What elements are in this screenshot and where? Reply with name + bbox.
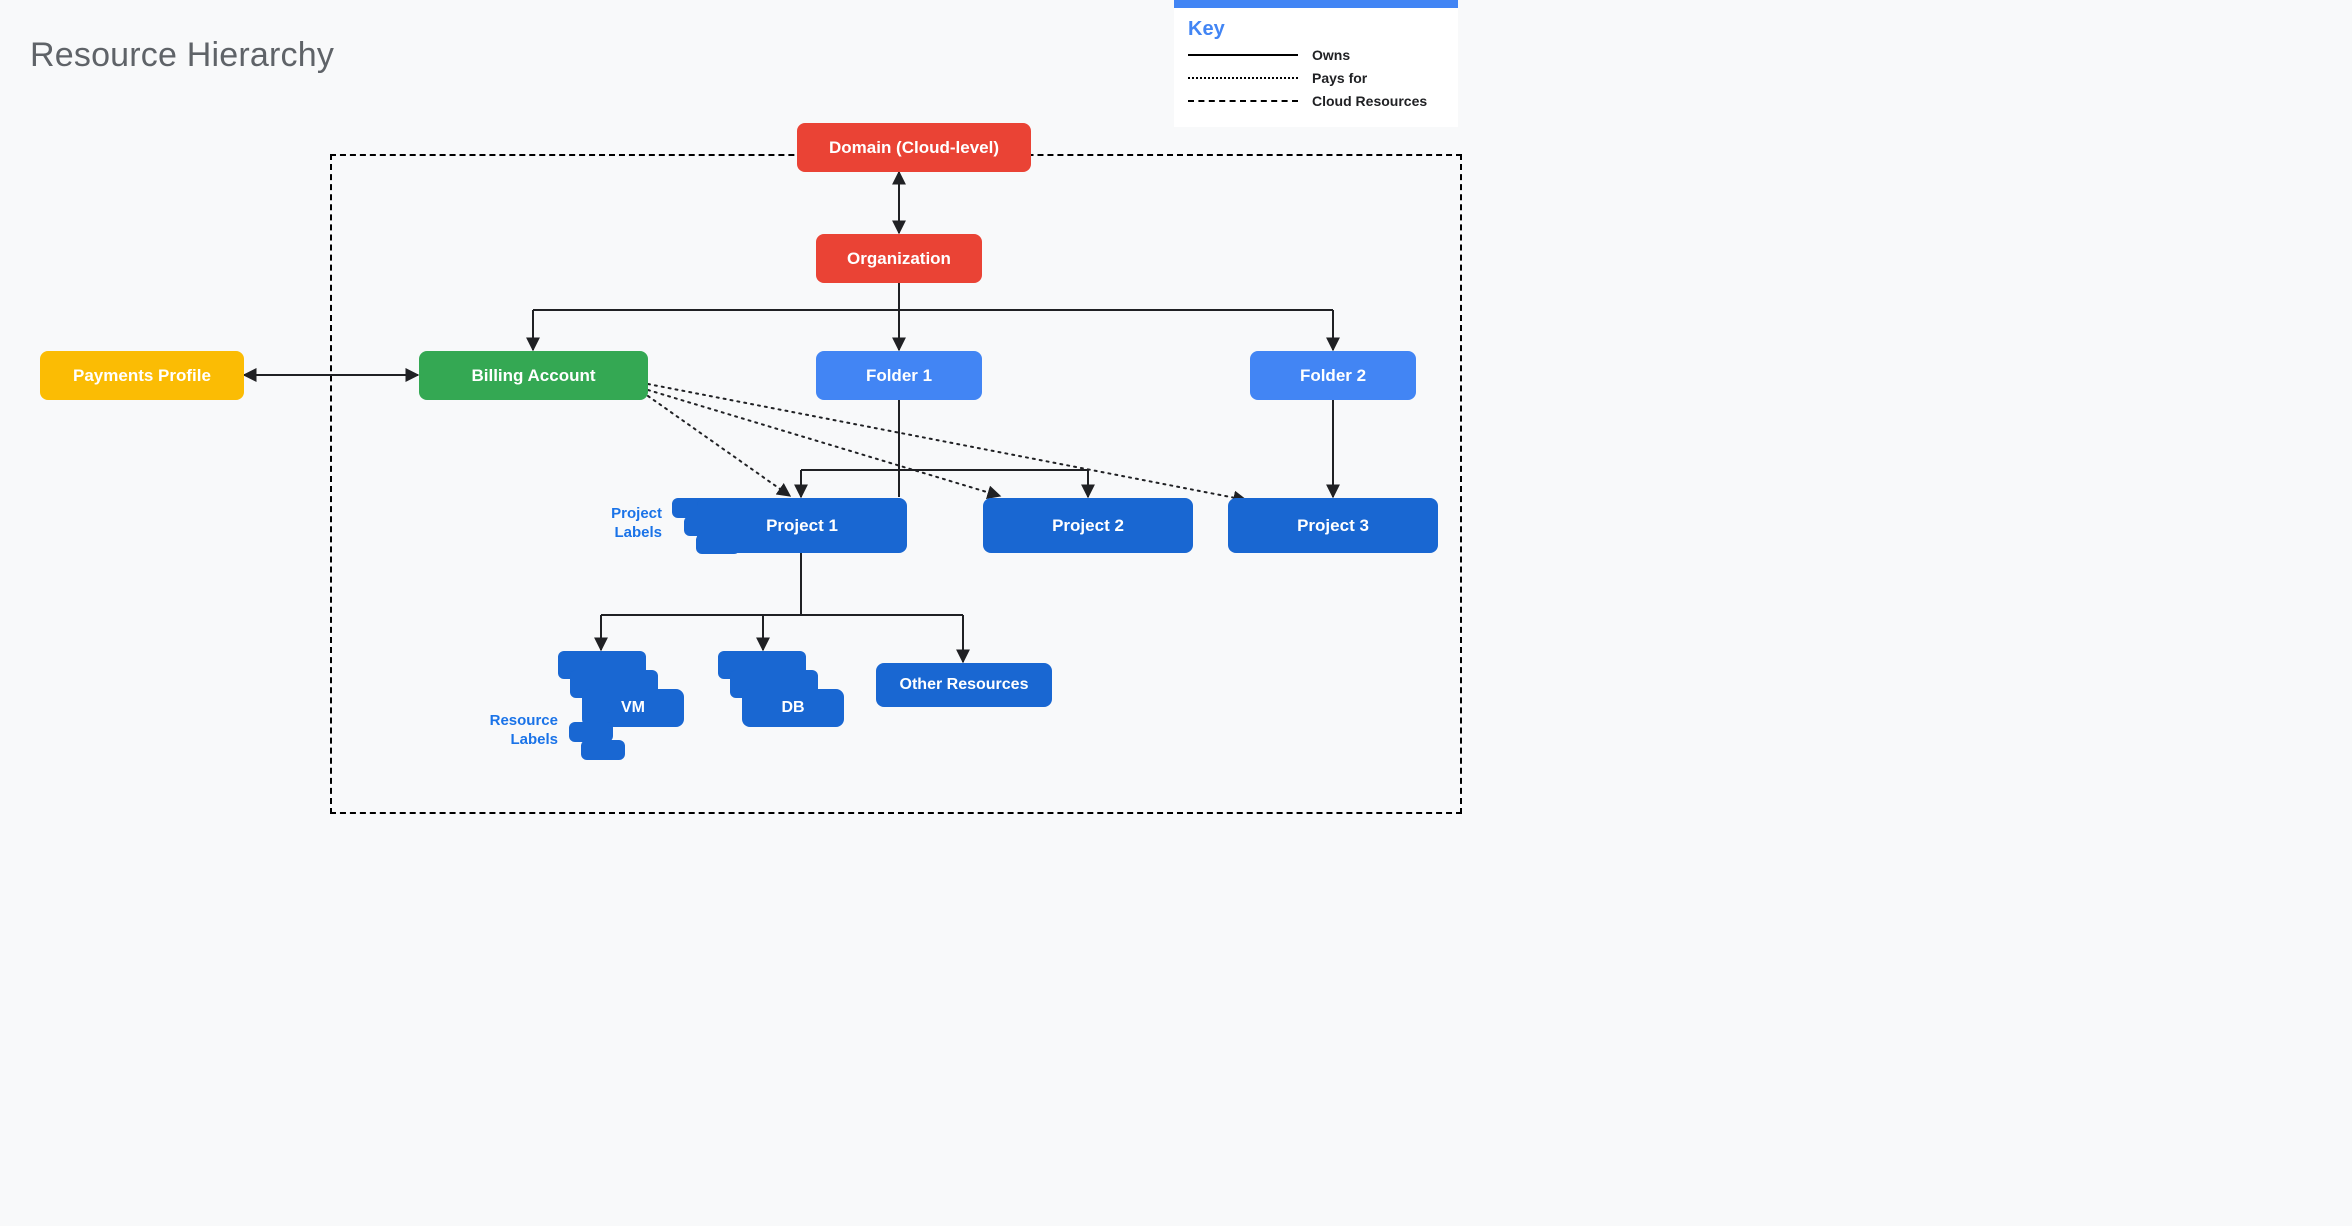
legend: Key Owns Pays for Cloud Resources	[1174, 0, 1458, 127]
node-billing: Billing Account	[419, 351, 648, 400]
node-project3: Project 3	[1228, 498, 1438, 553]
page-title: Resource Hierarchy	[30, 36, 334, 75]
chip-resource-label	[581, 740, 625, 760]
legend-row-paysfor: Pays for	[1188, 70, 1444, 87]
node-folder2: Folder 2	[1250, 351, 1416, 400]
legend-line-dotted	[1188, 77, 1298, 79]
label-project-labels: ProjectLabels	[582, 505, 662, 543]
legend-line-solid	[1188, 54, 1298, 56]
node-other-resources: Other Resources	[876, 663, 1052, 707]
diagram-canvas: Resource Hierarchy Key Owns Pays for Clo…	[0, 0, 1470, 810]
chip-resource-label	[569, 722, 613, 742]
legend-label: Pays for	[1312, 70, 1367, 87]
legend-label: Cloud Resources	[1312, 93, 1427, 110]
legend-accent-bar	[1174, 0, 1458, 8]
legend-line-dashed	[1188, 100, 1298, 102]
legend-label: Owns	[1312, 47, 1350, 64]
node-domain: Domain (Cloud-level)	[797, 123, 1031, 172]
node-folder1: Folder 1	[816, 351, 982, 400]
node-project2: Project 2	[983, 498, 1193, 553]
legend-row-owns: Owns	[1188, 47, 1444, 64]
node-payments: Payments Profile	[40, 351, 244, 400]
legend-title: Key	[1188, 18, 1444, 41]
node-organization: Organization	[816, 234, 982, 283]
node-project1: Project 1	[697, 498, 907, 553]
label-resource-labels: ResourceLabels	[466, 712, 558, 750]
legend-row-cloudresources: Cloud Resources	[1188, 93, 1444, 110]
node-db: DB	[742, 689, 844, 727]
